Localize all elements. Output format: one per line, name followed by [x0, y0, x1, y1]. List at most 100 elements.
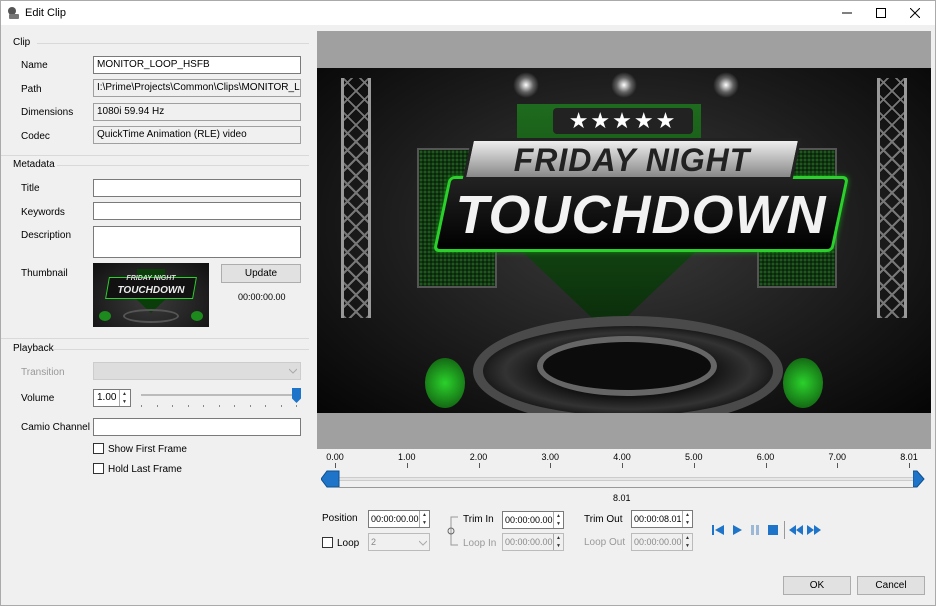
trim-in-label: Trim In	[463, 514, 494, 525]
timeline-tick-label: 1.00	[397, 452, 416, 462]
up-icon: ▲	[122, 391, 127, 397]
title-input[interactable]	[93, 179, 301, 197]
trim-out-stepper[interactable]: ▲ ▼	[682, 511, 692, 527]
divider	[1, 155, 309, 156]
skip-to-start-icon[interactable]	[711, 523, 725, 537]
timeline-tick-label: 6.00	[756, 452, 775, 462]
chevron-down-icon	[289, 368, 297, 374]
timeline-tick	[550, 463, 552, 468]
show-first-frame-checkbox[interactable]	[93, 443, 104, 454]
volume-slider-thumb[interactable]	[292, 388, 301, 403]
path-field[interactable]: I:\Prime\Projects\Common\Clips\MONITOR_L…	[93, 79, 301, 97]
close-icon	[910, 8, 920, 18]
up-icon: ▲	[422, 512, 427, 518]
close-button[interactable]	[898, 1, 932, 25]
link-icon[interactable]	[446, 515, 460, 547]
fast-forward-icon[interactable]	[807, 523, 821, 537]
divider	[57, 165, 309, 166]
timeline-tick	[478, 463, 480, 468]
thumbnail-title-line2: TOUCHDOWN	[117, 285, 185, 296]
thumbnail-image: FRIDAY NIGHT TOUCHDOWN	[93, 263, 209, 327]
down-icon: ▼	[556, 521, 561, 527]
stars-icon: ★★★★★	[553, 108, 693, 134]
volume-label: Volume	[21, 393, 55, 404]
metadata-section-title: Metadata	[13, 159, 55, 170]
volume-tick	[218, 405, 220, 407]
timeline-tick-label: 2.00	[469, 452, 488, 462]
timeline-tick-label: 7.00	[828, 452, 847, 462]
cancel-button[interactable]: Cancel	[857, 576, 925, 595]
divider	[1, 338, 309, 339]
camera-icon	[8, 7, 19, 19]
volume-stepper[interactable]: ▲ ▼	[119, 390, 129, 406]
volume-tick	[187, 405, 189, 407]
keywords-label: Keywords	[21, 207, 65, 218]
timeline-tick	[406, 463, 408, 468]
loop-in-label: Loop In	[463, 538, 497, 549]
name-label: Name	[21, 60, 48, 71]
camio-channel-input[interactable]	[93, 418, 301, 436]
trim-in-stepper[interactable]: ▲ ▼	[553, 512, 563, 528]
down-icon: ▼	[685, 543, 690, 549]
clip-section-title: Clip	[13, 37, 31, 48]
down-icon: ▼	[422, 520, 427, 526]
thumbnail-time: 00:00:00.00	[238, 292, 286, 302]
preview-title-line1: FRIDAY NIGHT	[513, 142, 751, 178]
loop-out-stepper[interactable]: ▲ ▼	[682, 534, 692, 550]
keywords-input[interactable]	[93, 202, 301, 220]
loop-checkbox[interactable]	[322, 537, 333, 548]
pause-icon[interactable]	[748, 523, 762, 537]
volume-slider-ticks	[141, 405, 297, 407]
chevron-down-icon	[419, 540, 427, 546]
minimize-button[interactable]	[830, 1, 864, 25]
hold-last-frame-checkbox[interactable]	[93, 463, 104, 474]
timeline-track[interactable]	[335, 477, 915, 481]
timeline-playhead[interactable]	[321, 469, 341, 489]
transition-label: Transition	[21, 367, 65, 378]
up-icon: ▲	[556, 535, 561, 541]
loop-label: Loop	[337, 538, 360, 549]
volume-tick	[156, 405, 158, 407]
rewind-icon[interactable]	[789, 523, 803, 537]
up-icon: ▲	[685, 512, 690, 518]
timeline-tick-label: 3.00	[541, 452, 560, 462]
show-first-frame-label: Show First Frame	[108, 444, 187, 455]
position-label: Position	[322, 513, 358, 524]
name-field[interactable]: MONITOR_LOOP_HSFB	[93, 56, 301, 74]
timeline-tick	[837, 463, 839, 468]
video-preview: ★★★★★ FRIDAY NIGHT TOUCHDOWN	[317, 31, 931, 449]
minimize-icon	[842, 12, 852, 14]
down-icon: ▼	[122, 399, 127, 405]
thumbnail-title-line1: FRIDAY NIGHT	[126, 275, 176, 282]
playback-section-title: Playback	[13, 343, 54, 354]
update-thumbnail-button[interactable]: Update	[221, 264, 301, 283]
loop-out-label: Loop Out	[584, 537, 626, 548]
ok-button[interactable]: OK	[783, 576, 851, 595]
volume-tick	[203, 405, 204, 407]
description-label: Description	[21, 230, 72, 241]
volume-tick	[265, 405, 266, 407]
edit-clip-window: Edit Clip Clip Name MONITOR_LOOP_HSFB Pa…	[0, 0, 936, 606]
maximize-button[interactable]	[864, 1, 898, 25]
codec-label: Codec	[21, 131, 50, 142]
timeline-end-marker[interactable]	[913, 469, 925, 489]
description-input[interactable]	[93, 226, 301, 258]
volume-slider-track[interactable]	[141, 394, 297, 396]
preview-title-line2: TOUCHDOWN	[455, 185, 827, 245]
timeline-tick	[693, 463, 695, 468]
dimensions-field: 1080i 59.94 Hz	[93, 103, 301, 121]
transition-select[interactable]	[93, 362, 301, 380]
stop-icon[interactable]	[766, 523, 780, 537]
maximize-icon	[876, 8, 886, 18]
divider	[53, 349, 309, 350]
up-icon: ▲	[685, 535, 690, 541]
path-label: Path	[21, 84, 42, 95]
volume-tick	[172, 405, 173, 407]
volume-tick	[234, 405, 235, 407]
play-icon[interactable]	[730, 523, 744, 537]
timeline-tick	[622, 463, 623, 468]
loop-in-stepper[interactable]: ▲ ▼	[553, 534, 563, 550]
position-stepper[interactable]: ▲ ▼	[419, 511, 429, 527]
timeline-tick	[335, 463, 336, 468]
thumbnail-label: Thumbnail	[21, 268, 68, 279]
